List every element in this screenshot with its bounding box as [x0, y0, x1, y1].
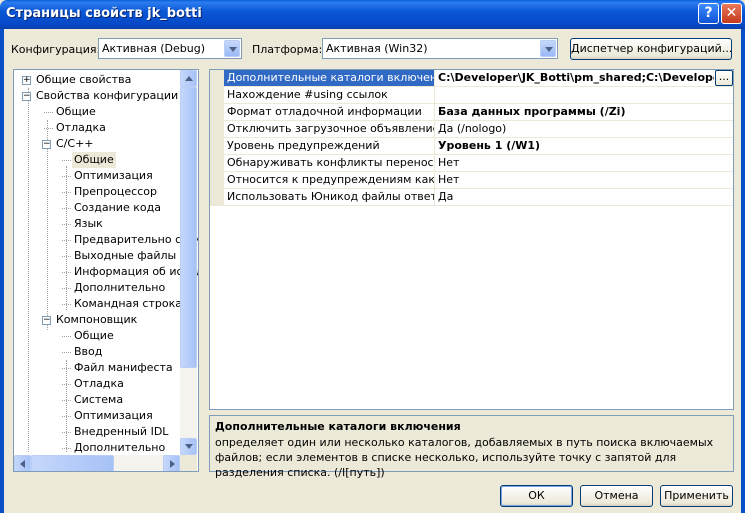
- property-row[interactable]: Относится к предупреждениям как к ошибка…: [224, 172, 733, 189]
- platform-label: Платформа:: [252, 43, 323, 56]
- tree-item[interactable]: Оптимизация: [72, 168, 155, 184]
- apply-button[interactable]: Применить: [660, 485, 733, 507]
- tree-item[interactable]: Командная строка: [72, 296, 184, 312]
- tree-connector: [47, 120, 48, 330]
- tree-item[interactable]: Общие: [54, 104, 98, 120]
- collapse-icon[interactable]: −: [42, 316, 51, 325]
- property-value[interactable]: Нет: [436, 155, 733, 171]
- tree-horizontal-scrollbar[interactable]: [14, 455, 180, 471]
- property-name: Нахождение #using ссылок: [224, 87, 435, 103]
- property-name: Формат отладочной информации: [224, 104, 435, 120]
- property-name: Использовать Юникод файлы ответов: [224, 189, 435, 205]
- tree-item[interactable]: Внедренный IDL: [72, 424, 170, 440]
- help-button[interactable]: ?: [698, 3, 719, 24]
- description-panel: Дополнительные каталоги включения опреде…: [209, 415, 734, 479]
- property-row[interactable]: Обнаруживать конфликты переносимости 64-…: [224, 155, 733, 172]
- chevron-down-icon[interactable]: [224, 40, 240, 57]
- window-frame-left: [0, 29, 4, 513]
- tree-item[interactable]: Общие: [72, 152, 116, 168]
- platform-combo-value: Активная (Win32): [326, 42, 428, 55]
- property-value[interactable]: Да (/nologo): [436, 121, 733, 137]
- scroll-thumb-horizontal[interactable]: [31, 455, 114, 471]
- platform-combo[interactable]: Активная (Win32): [322, 38, 558, 59]
- property-name: Уровень предупреждений: [224, 138, 435, 154]
- close-button[interactable]: ✕: [721, 3, 742, 24]
- tree-item[interactable]: Отладка: [72, 376, 126, 392]
- tree-item[interactable]: Язык: [72, 216, 105, 232]
- browse-button[interactable]: ...: [715, 70, 733, 86]
- tree-item[interactable]: Общие свойства: [34, 72, 133, 88]
- property-name: Обнаруживать конфликты переносимости 64-…: [224, 155, 435, 171]
- scroll-right-icon[interactable]: [163, 455, 180, 471]
- tree-connector: [44, 112, 53, 113]
- tree-connector: [62, 352, 71, 353]
- tree-item[interactable]: Оптимизация: [72, 408, 155, 424]
- property-name: Относится к предупреждениям как к ошибка…: [224, 172, 435, 188]
- tree-vertical-scrollbar[interactable]: [180, 70, 197, 455]
- tree-item[interactable]: Ввод: [72, 344, 104, 360]
- config-manager-button[interactable]: Диспетчер конфигураций...: [570, 38, 732, 60]
- property-row[interactable]: Использовать Юникод файлы ответов Да: [224, 189, 733, 206]
- tree-connector: [44, 128, 53, 129]
- tree-connector: [28, 88, 29, 452]
- property-name: Отключить загрузочное объявление: [224, 121, 435, 137]
- title-bar: Страницы свойств jk_botti ? ✕: [0, 0, 745, 29]
- collapse-icon[interactable]: −: [42, 140, 51, 149]
- scroll-up-icon[interactable]: [180, 70, 197, 87]
- property-row[interactable]: Уровень предупреждений Уровень 1 (/W1): [224, 138, 733, 155]
- tree-item[interactable]: Файл манифеста: [72, 360, 175, 376]
- scroll-down-icon[interactable]: [180, 438, 197, 455]
- property-row[interactable]: Нахождение #using ссылок: [224, 87, 733, 104]
- grid-gutter: [210, 70, 224, 206]
- tree-item[interactable]: Отладка: [54, 120, 108, 136]
- tree-item[interactable]: Общие: [72, 328, 116, 344]
- tree-item[interactable]: Система: [72, 392, 125, 408]
- config-combo-value: Активная (Debug): [102, 42, 206, 55]
- tree-item[interactable]: Свойства конфигурации: [34, 88, 180, 104]
- scroll-thumb[interactable]: [180, 87, 197, 368]
- property-row[interactable]: Дополнительные каталоги включения C:\Deve…: [224, 70, 733, 87]
- cancel-button[interactable]: Отмена: [580, 485, 653, 507]
- collapse-icon[interactable]: −: [22, 92, 31, 101]
- expand-icon[interactable]: +: [22, 76, 31, 85]
- tree-item[interactable]: Дополнительно: [72, 440, 167, 456]
- description-text: определяет один или несколько каталогов,…: [215, 436, 714, 479]
- property-value[interactable]: База данных программы (/Zi): [436, 104, 733, 120]
- tree-item[interactable]: Компоновщик: [54, 312, 139, 328]
- scroll-left-icon[interactable]: [14, 455, 31, 471]
- tree-item[interactable]: Дополнительно: [72, 280, 167, 296]
- tree-connector: [66, 360, 67, 452]
- window-title: Страницы свойств jk_botti: [6, 6, 202, 21]
- tree-connector: [62, 160, 71, 161]
- tree-item[interactable]: Выходные файлы: [72, 248, 178, 264]
- tree-item[interactable]: C/C++: [54, 136, 96, 152]
- config-combo[interactable]: Активная (Debug): [98, 38, 242, 59]
- chevron-down-icon[interactable]: [540, 40, 556, 57]
- description-title: Дополнительные каталоги включения: [215, 420, 461, 433]
- tree-connector: [62, 336, 71, 337]
- config-label: Конфигурация:: [11, 43, 101, 56]
- property-row[interactable]: Формат отладочной информации База данных …: [224, 104, 733, 121]
- tree-connector: [66, 166, 67, 310]
- property-value[interactable]: Нет: [436, 172, 733, 188]
- window-frame-right: [741, 29, 745, 513]
- property-tree[interactable]: Общие свойства + Свойства конфигурации − Общ…: [13, 69, 199, 472]
- property-value[interactable]: Да: [436, 189, 733, 205]
- property-value[interactable]: [436, 87, 733, 103]
- property-grid[interactable]: Дополнительные каталоги включения C:\Deve…: [209, 69, 734, 410]
- property-value[interactable]: Уровень 1 (/W1): [436, 138, 733, 154]
- scroll-corner: [180, 455, 197, 471]
- tree-item[interactable]: Препроцессор: [72, 184, 159, 200]
- tree-item[interactable]: Создание кода: [72, 200, 163, 216]
- ok-button[interactable]: ОК: [500, 485, 573, 507]
- property-row[interactable]: Отключить загрузочное объявление Да (/nol…: [224, 121, 733, 138]
- property-value[interactable]: C:\Developer\JK_Botti\pm_shared;C:\Devel…: [436, 70, 714, 86]
- property-name: Дополнительные каталоги включения: [224, 70, 435, 86]
